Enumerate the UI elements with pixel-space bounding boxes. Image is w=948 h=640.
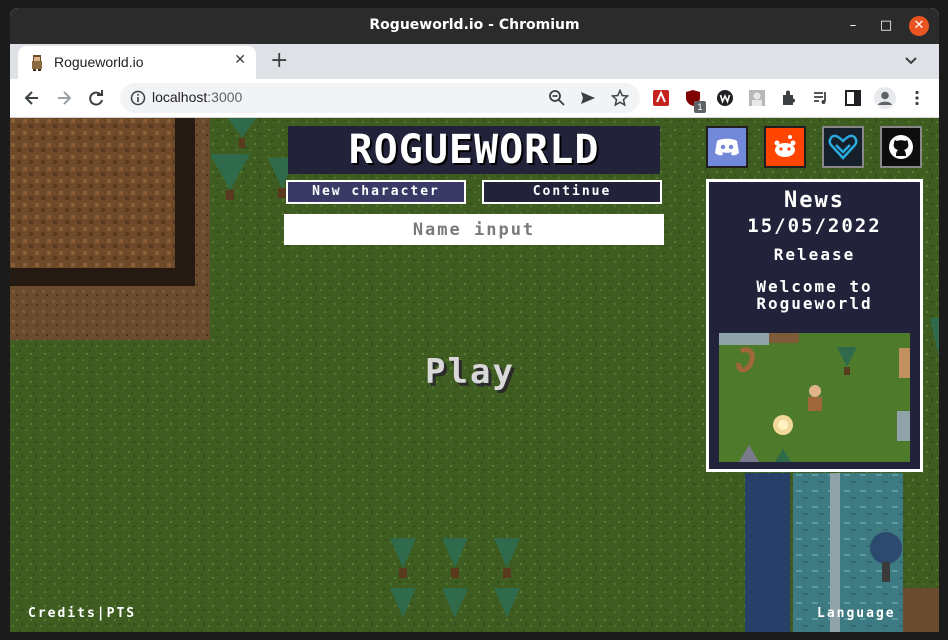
github-icon bbox=[889, 135, 913, 159]
send-icon[interactable] bbox=[579, 89, 597, 107]
browser-toolbar: localhost:3000 1 bbox=[10, 79, 939, 118]
url-port: :3000 bbox=[207, 89, 243, 105]
browser-window: Rogueworld.io - Chromium – □ ✕ Rogueworl… bbox=[10, 8, 939, 632]
back-icon[interactable] bbox=[22, 88, 42, 108]
news-screenshot-image bbox=[719, 333, 910, 462]
extension-photo-icon[interactable] bbox=[748, 89, 766, 107]
reload-icon[interactable] bbox=[86, 88, 106, 108]
tab-strip: Rogueworld.io ✕ + bbox=[10, 44, 939, 79]
discord-icon bbox=[715, 138, 739, 156]
sidepanel-icon[interactable] bbox=[844, 89, 862, 107]
rogueworld-favicon-icon bbox=[32, 55, 42, 71]
play-button[interactable]: Play bbox=[405, 350, 535, 394]
game-viewport[interactable]: ROGUEWORLD New character Continue Play bbox=[10, 118, 939, 632]
address-bar[interactable]: localhost:3000 bbox=[120, 83, 640, 113]
news-panel: News 15/05/2022 Release Welcome to Rogue… bbox=[706, 179, 923, 472]
minimize-button[interactable]: – bbox=[843, 16, 863, 36]
window-title: Rogueworld.io - Chromium bbox=[369, 17, 580, 33]
new-tab-button[interactable]: + bbox=[270, 48, 288, 74]
news-body: Welcome to Rogueworld bbox=[756, 277, 873, 313]
info-icon[interactable] bbox=[130, 90, 146, 106]
star-icon[interactable] bbox=[611, 89, 629, 107]
reddit-link[interactable] bbox=[764, 126, 806, 168]
pts-link[interactable]: PTS bbox=[107, 606, 136, 621]
continue-button[interactable]: Continue bbox=[482, 180, 662, 204]
maximize-button[interactable]: □ bbox=[876, 16, 896, 36]
extensions-icon[interactable] bbox=[780, 89, 798, 107]
github-link[interactable] bbox=[880, 126, 922, 168]
zoom-icon[interactable] bbox=[548, 89, 566, 107]
extension-badge: 1 bbox=[694, 101, 706, 113]
news-date: 15/05/2022 bbox=[747, 215, 882, 237]
footer-separator: | bbox=[96, 606, 107, 621]
title-bar: Rogueworld.io - Chromium – □ ✕ bbox=[10, 8, 939, 44]
game-logo: ROGUEWORLD bbox=[288, 126, 660, 174]
tab-rogueworld[interactable]: Rogueworld.io ✕ bbox=[18, 46, 256, 79]
new-character-button[interactable]: New character bbox=[286, 180, 466, 204]
extension-red-icon[interactable] bbox=[652, 89, 670, 107]
chevron-down-icon[interactable] bbox=[903, 52, 919, 68]
credits-link[interactable]: Credits bbox=[28, 606, 97, 621]
tab-close-icon[interactable]: ✕ bbox=[234, 52, 246, 68]
language-button[interactable]: Language bbox=[817, 606, 896, 621]
wappalyzer-icon[interactable] bbox=[716, 89, 734, 107]
kofi-link[interactable] bbox=[822, 126, 864, 168]
news-headline: Release bbox=[773, 245, 856, 264]
footer-links: Credits|PTS bbox=[28, 606, 136, 621]
kofi-icon bbox=[828, 134, 858, 160]
forward-icon[interactable] bbox=[54, 88, 74, 108]
url-host: localhost bbox=[152, 89, 208, 105]
playlist-icon[interactable] bbox=[812, 89, 830, 107]
reddit-icon bbox=[774, 135, 796, 157]
name-input[interactable] bbox=[284, 214, 664, 245]
url-text: localhost:3000 bbox=[152, 89, 242, 105]
kebab-menu-icon[interactable] bbox=[908, 89, 926, 107]
news-title: News bbox=[784, 188, 845, 213]
profile-icon[interactable] bbox=[874, 87, 896, 109]
discord-link[interactable] bbox=[706, 126, 748, 168]
close-window-button[interactable]: ✕ bbox=[909, 16, 929, 36]
tab-title: Rogueworld.io bbox=[54, 54, 144, 70]
